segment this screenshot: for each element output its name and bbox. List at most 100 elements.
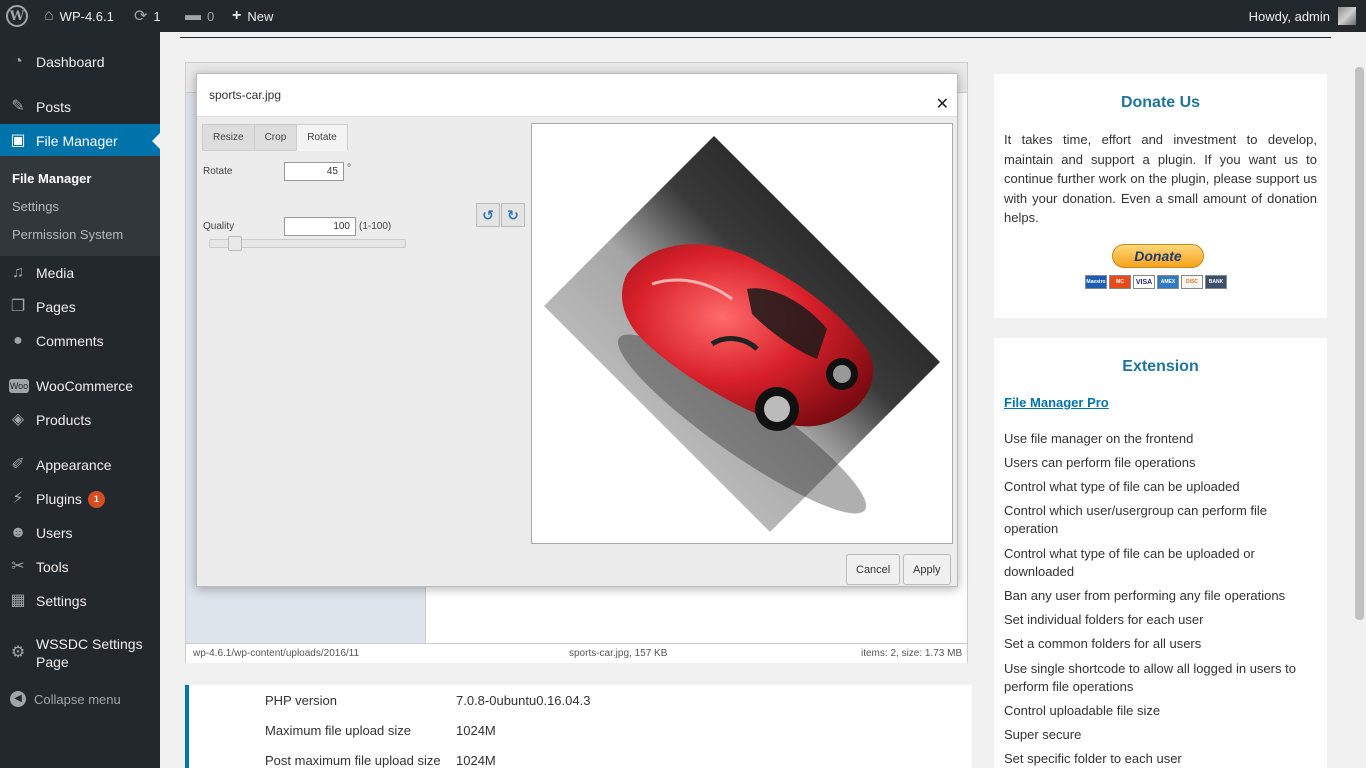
feature-item: Use single shortcode to allow all logged… (1004, 661, 1296, 694)
sidebar-item-tools[interactable]: ✂ Tools (0, 550, 160, 584)
sidebar-item-products[interactable]: ◈ Products (0, 403, 160, 437)
sidebar-item-appearance[interactable]: ✐ Appearance (0, 448, 160, 482)
dialog-title: sports-car.jpg (209, 88, 282, 102)
feature-item: Ban any user from performing any file op… (1004, 588, 1286, 603)
apply-button[interactable]: Apply (903, 554, 951, 585)
tab-resize[interactable]: Resize (202, 124, 255, 151)
submenu-file-manager[interactable]: File Manager (12, 171, 91, 186)
rotate-input[interactable]: 45 (284, 162, 344, 181)
new-content-link[interactable]: + New (232, 0, 273, 32)
feature-item: Control which user/usergroup can perform… (1004, 503, 1268, 536)
woocommerce-icon: Woo (9, 379, 29, 393)
sidebar-item-label: Media (36, 265, 75, 281)
file-manager-pro-link[interactable]: File Manager Pro (1004, 395, 1109, 410)
tab-crop[interactable]: Crop (253, 124, 298, 151)
plugins-update-badge: 1 (87, 490, 105, 508)
file-manager-submenu: File Manager Settings Permission System (0, 156, 160, 256)
sidebar-item-dashboard[interactable]: ◔ Dashboard (0, 45, 160, 79)
quality-label: Quality (203, 221, 235, 232)
post-max-upload-value: 1024M (456, 753, 496, 768)
my-account-link[interactable]: Howdy, admin (1249, 0, 1356, 32)
scrollbar-thumb[interactable] (1355, 67, 1364, 620)
sidebar-item-woocommerce[interactable]: Woo WooCommerce (0, 369, 160, 403)
sidebar-item-label: Posts (36, 99, 72, 115)
sidebar-item-file-manager[interactable]: ▣ File Manager (0, 124, 160, 158)
products-icon: ◈ (11, 411, 25, 428)
quality-input[interactable]: 100 (284, 217, 356, 236)
discover-card-icon: DISC (1181, 275, 1203, 289)
image-preview (531, 123, 953, 544)
pin-icon: ✎ (11, 98, 25, 115)
sidebar-item-label: Comments (36, 333, 104, 349)
donate-title: Donate Us (1120, 94, 1201, 111)
submenu-settings[interactable]: Settings (12, 199, 59, 214)
admin-bar: W ⌂ WP-4.6.1 ⟳ 1 ▬ 0 + New Howdy, admin (0, 0, 1366, 32)
page-scrollbar[interactable] (1353, 32, 1366, 768)
feature-item: Set specific folder to each user (1004, 751, 1182, 766)
extension-title: Extension (1122, 358, 1199, 375)
sidebar-item-plugins[interactable]: ⚡ Plugins 1 (0, 482, 160, 516)
payment-cards: Maestro MC VISA AMEX DISC BANK (1085, 275, 1229, 289)
donate-widget: Donate Us It takes time, effort and inve… (994, 74, 1327, 318)
cancel-button[interactable]: Cancel (846, 554, 901, 585)
feature-item: Set a common folders for all users (1004, 636, 1202, 651)
quality-range-hint: (1-100) (359, 221, 392, 232)
file-manager-statusbar: wp-4.6.1/wp-content/uploads/2016/11 spor… (186, 643, 967, 663)
close-icon[interactable]: ✕ (936, 94, 949, 114)
php-version-value: 7.0.8-0ubuntu0.16.04.3 (456, 693, 591, 708)
updates-link[interactable]: ⟳ 1 (134, 0, 161, 32)
sidebar-item-wssdc-settings[interactable]: ⚙ WSSDC Settings Page (0, 632, 160, 674)
php-version-label: PHP version (265, 693, 338, 708)
sidebar-item-settings[interactable]: ▦ Settings (0, 584, 160, 618)
wordpress-logo-icon[interactable]: W (6, 5, 28, 27)
comments-icon: ● (13, 332, 23, 349)
rotate-left-icon: ↺ (482, 206, 494, 223)
image-edit-dialog: sports-car.jpg ✕ Resize Crop Rotate Rota… (196, 73, 958, 587)
rotate-ccw-button[interactable]: ↺ (476, 203, 500, 227)
rotate-right-icon: ↻ (507, 206, 519, 223)
folder-summary: items: 2, size: 1.73 MB (861, 648, 963, 659)
tab-rotate[interactable]: Rotate (296, 124, 348, 151)
sidebar-item-users[interactable]: ☻ Users (0, 516, 160, 550)
feature-item: Use file manager on the frontend (1004, 431, 1194, 446)
site-name-link[interactable]: ⌂ WP-4.6.1 (44, 0, 114, 32)
rotate-cw-button[interactable]: ↻ (501, 203, 525, 227)
sidebar-item-label: WSSDC Settings Page (36, 636, 143, 670)
home-icon: ⌂ (44, 7, 54, 24)
rotate-slider[interactable] (209, 236, 406, 251)
sidebar-item-label: Products (36, 412, 92, 428)
sidebar-item-label: WooCommerce (36, 378, 133, 394)
slider-handle[interactable] (228, 236, 242, 251)
feature-item: Set individual folders for each user (1004, 612, 1204, 627)
admin-sidebar: ◔ Dashboard ✎ Posts ▣ File Manager File … (0, 32, 160, 768)
donate-button[interactable]: Donate (1112, 244, 1204, 268)
maestro-card-icon: Maestro (1085, 275, 1107, 289)
sidebar-item-label: Dashboard (36, 54, 105, 70)
plus-icon: + (232, 7, 242, 24)
submenu-permission-system[interactable]: Permission System (12, 227, 123, 242)
feature-item: Super secure (1004, 727, 1082, 742)
file-manager-icon: ▣ (10, 132, 26, 149)
new-label: New (247, 8, 274, 24)
comments-count: 0 (207, 8, 215, 24)
howdy-text: Howdy, admin (1248, 8, 1330, 24)
sidebar-item-comments[interactable]: ● Comments (0, 324, 160, 358)
gear-icon: ⚙ (10, 644, 26, 661)
mastercard-icon: MC (1109, 275, 1131, 289)
sidebar-item-posts[interactable]: ✎ Posts (0, 90, 160, 124)
sidebar-item-pages[interactable]: ❐ Pages (0, 290, 160, 324)
feature-item: Control what type of file can be uploade… (1004, 546, 1255, 579)
rotated-car-image (544, 136, 940, 532)
comments-link[interactable]: ▬ 0 (185, 0, 214, 32)
settings-icon: ▦ (10, 592, 26, 609)
sidebar-item-label: Plugins (36, 491, 82, 507)
selected-file-info: sports-car.jpg, 157 KB (569, 648, 668, 659)
avatar (1338, 7, 1356, 25)
header-divider (180, 37, 1331, 38)
edit-tabs: Resize Crop Rotate (202, 124, 348, 151)
donate-text: It takes time, effort and investment to … (1004, 132, 1317, 225)
amex-card-icon: AMEX (1157, 275, 1179, 289)
collapse-menu-button[interactable]: ◀ Collapse menu (0, 684, 160, 714)
updates-count: 1 (153, 8, 161, 24)
sidebar-item-media[interactable]: ♫ Media (0, 256, 160, 290)
